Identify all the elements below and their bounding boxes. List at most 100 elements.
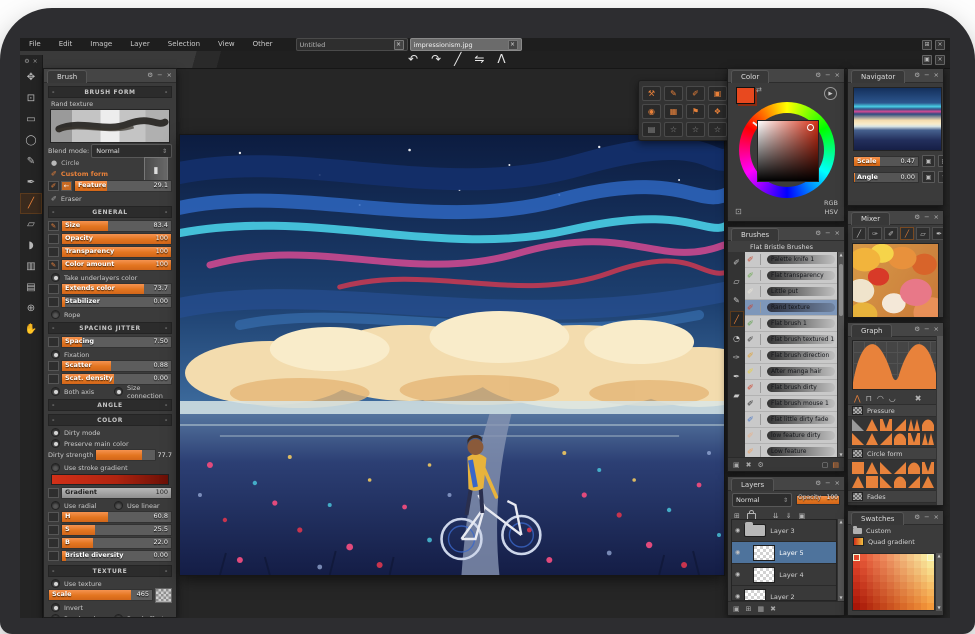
brush-category-button[interactable]: ╱ xyxy=(730,311,744,327)
palette-button[interactable]: ⚑ xyxy=(686,104,705,119)
swatch-cell[interactable] xyxy=(853,554,860,561)
texture-header[interactable]: TEXTURE xyxy=(48,565,172,577)
curve-preset[interactable] xyxy=(880,476,892,488)
brush-list-item[interactable]: ✐ Flat brush dirty xyxy=(745,380,838,396)
redo-icon[interactable]: ↷ xyxy=(431,51,441,68)
palette-button[interactable]: ✎ xyxy=(664,86,683,101)
layer-row[interactable]: ◉ Layer 5 xyxy=(732,542,836,564)
swatch-cell[interactable] xyxy=(914,589,921,596)
swatch-cell[interactable] xyxy=(921,554,928,561)
swatch-cell[interactable] xyxy=(900,575,907,582)
delete-brush-button[interactable]: ✖ xyxy=(746,461,752,469)
tool-button[interactable]: ◯ xyxy=(20,130,42,151)
toggle-icon[interactable] xyxy=(48,538,59,548)
swatch-cell[interactable] xyxy=(894,575,901,582)
angle-slider[interactable]: Angle 0.00 xyxy=(853,172,919,183)
toggle-icon[interactable] xyxy=(48,284,59,294)
swatch-cell[interactable] xyxy=(927,561,934,568)
swatch-cell[interactable] xyxy=(860,603,867,610)
swatch-cell[interactable] xyxy=(927,568,934,575)
swatch-cell[interactable] xyxy=(880,554,887,561)
layers-scrollbar[interactable]: ▲ ▼ xyxy=(837,519,844,601)
pressure-toggle-icon[interactable] xyxy=(48,234,59,244)
toggle-icon[interactable] xyxy=(48,297,59,307)
palette-button[interactable]: ▤ xyxy=(642,122,661,137)
gear-icon[interactable]: ⚙ xyxy=(914,71,920,80)
graph-panel-tab[interactable]: Graph xyxy=(851,324,892,337)
hsb-slider[interactable]: S 25.5 xyxy=(61,524,172,536)
eye-icon[interactable]: ◉ xyxy=(735,527,740,534)
brush-category-button[interactable]: ✐ xyxy=(730,254,744,270)
swatch-cell[interactable] xyxy=(914,554,921,561)
swatch-cell[interactable] xyxy=(900,582,907,589)
swatch-cell[interactable] xyxy=(867,554,874,561)
invert-radio[interactable]: Invert xyxy=(51,603,169,612)
document-tab[interactable]: impressionism.jpg × xyxy=(410,38,522,51)
swatch-cell[interactable] xyxy=(927,582,934,589)
close-icon[interactable]: × xyxy=(934,513,939,522)
hsb-slider[interactable]: H 60.8 xyxy=(61,511,172,523)
swatch-cell[interactable] xyxy=(921,603,928,610)
slider[interactable]: Transparency 100 xyxy=(61,246,172,258)
tool-button[interactable]: ▤ xyxy=(20,277,42,298)
size-connection-radio[interactable]: Size connection xyxy=(114,387,170,396)
use-linear-radio[interactable]: Use linear xyxy=(114,501,170,510)
navigator-panel-tab[interactable]: Navigator xyxy=(851,70,905,83)
curve-preset[interactable] xyxy=(908,419,920,431)
swatch-cell[interactable] xyxy=(867,575,874,582)
brush-category-button[interactable]: ▱ xyxy=(730,273,744,289)
close-icon[interactable]: × xyxy=(167,71,172,80)
fixation-radio[interactable]: Fixation xyxy=(51,350,169,359)
graph-curve-editor[interactable] xyxy=(852,340,939,390)
close-icon[interactable]: × xyxy=(934,71,939,80)
scale-slider[interactable]: Scale 0.47 xyxy=(853,156,919,167)
mixer-tool-button[interactable]: ╱ xyxy=(852,227,866,240)
gear-icon[interactable]: ⚙ xyxy=(815,479,821,488)
brush-list-item[interactable]: ✐ Low feature xyxy=(745,444,838,458)
tool-button[interactable]: ▥ xyxy=(20,256,42,277)
use-stroke-gradient-radio[interactable]: Use stroke gradient xyxy=(51,463,169,472)
menu-item[interactable]: Edit xyxy=(50,38,82,51)
swatch-cell[interactable] xyxy=(907,603,914,610)
curve-preset[interactable] xyxy=(880,462,892,474)
palette-button[interactable]: ❖ xyxy=(708,104,727,119)
navigator-thumbnail[interactable] xyxy=(853,87,942,151)
brush-category-button[interactable]: ✎ xyxy=(730,292,744,308)
brush-list-item[interactable]: ✐ Flat brush direction xyxy=(745,348,838,364)
swatch-grid[interactable] xyxy=(852,553,935,611)
mixer-tool-button[interactable]: ✒ xyxy=(932,227,944,240)
swatch-cell[interactable] xyxy=(914,603,921,610)
preserve-main-color-radio[interactable]: Preserve main color xyxy=(51,439,169,448)
flip-view-button[interactable]: ▣ xyxy=(922,171,935,183)
swatch-cell[interactable] xyxy=(900,589,907,596)
swatch-cell[interactable] xyxy=(887,568,894,575)
swatch-cell[interactable] xyxy=(921,589,928,596)
toggle-icon[interactable] xyxy=(48,525,59,535)
swatch-cell[interactable] xyxy=(914,575,921,582)
rand-scale-radio[interactable]: Rand scale xyxy=(51,614,107,618)
symmetry-icon[interactable]: Λ xyxy=(497,51,505,68)
delete-layer-button[interactable]: ✖ xyxy=(770,605,776,613)
brush-list-item[interactable]: ✐ Flat transparency xyxy=(745,268,838,284)
close-icon[interactable]: × xyxy=(934,213,939,222)
palette-button[interactable]: ▦ xyxy=(664,104,683,119)
layer-row[interactable]: ◉ Layer 4 xyxy=(732,564,836,586)
spacing-jitter-header[interactable]: SPACING JITTER xyxy=(48,322,172,334)
curve-preset[interactable] xyxy=(866,462,878,474)
swatch-cell[interactable] xyxy=(853,561,860,568)
swatch-cell[interactable] xyxy=(894,554,901,561)
swatch-cell[interactable] xyxy=(914,561,921,568)
layers-panel-tab[interactable]: Layers xyxy=(731,478,774,491)
swatch-cell[interactable] xyxy=(860,554,867,561)
swatch-cell[interactable] xyxy=(867,596,874,603)
tab-close-icon[interactable]: × xyxy=(394,40,404,50)
brush-list-item[interactable]: ✐ Little put xyxy=(745,284,838,300)
brush-list-item[interactable]: ✐ Flat little dirty fade xyxy=(745,412,838,428)
minimize-icon[interactable]: − xyxy=(825,479,830,488)
scatter-slider[interactable]: Scatter 0.88 xyxy=(61,360,172,372)
swatch-cell[interactable] xyxy=(853,589,860,596)
curve-preset[interactable] xyxy=(908,476,920,488)
swatch-cell[interactable] xyxy=(927,596,934,603)
swatch-cell[interactable] xyxy=(914,568,921,575)
minimize-icon[interactable]: − xyxy=(924,71,929,80)
